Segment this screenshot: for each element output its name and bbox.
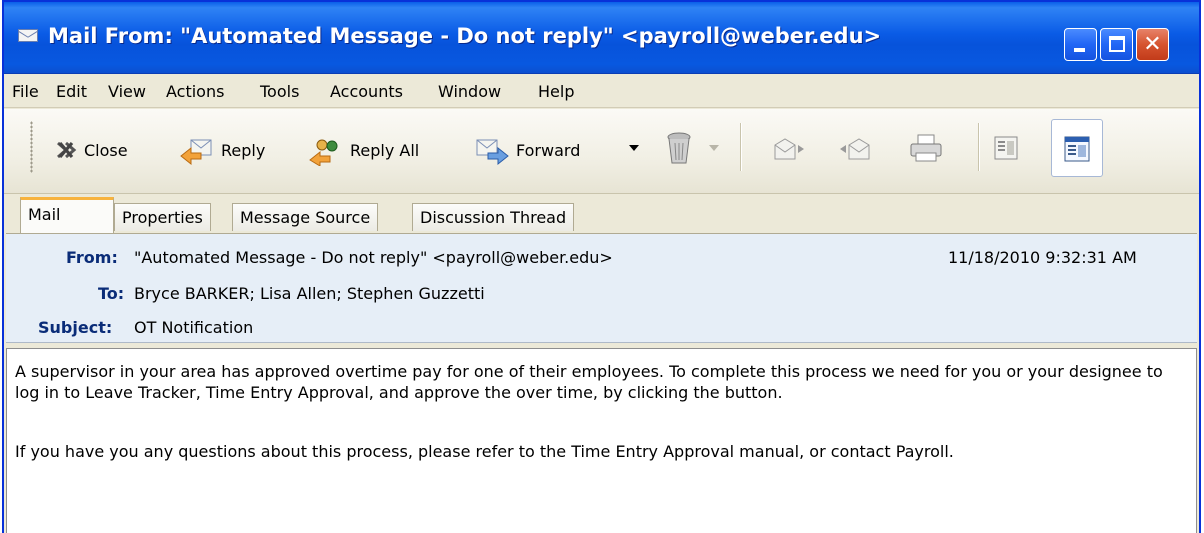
menu-bar: File Edit View Actions Tools Accounts Wi…	[4, 76, 1199, 108]
to-value[interactable]: Bryce BARKER; Lisa Allen; Stephen Guzzet…	[134, 284, 485, 303]
reply-all-button-label: Reply All	[350, 140, 420, 160]
tab-strip: Mail Properties Message Source Discussio…	[4, 197, 1199, 233]
reply-button-label: Reply	[221, 140, 266, 160]
reply-all-icon	[308, 138, 344, 167]
envelope-icon	[18, 29, 38, 42]
maximize-button[interactable]	[1100, 28, 1133, 61]
reply-all-button[interactable]: Reply All	[308, 135, 420, 167]
toolbar-grip[interactable]	[30, 121, 33, 173]
delete-dropdown-arrow[interactable]	[709, 145, 719, 151]
print-icon[interactable]	[908, 133, 944, 163]
tab-properties[interactable]: Properties	[114, 203, 211, 231]
message-view-icon	[1064, 136, 1090, 162]
subject-label: Subject:	[38, 318, 113, 337]
close-button-label: Close	[84, 140, 128, 160]
forward-dropdown-arrow[interactable]	[629, 145, 639, 151]
toolbar-separator	[978, 123, 979, 171]
menu-help[interactable]: Help	[538, 82, 574, 101]
to-label: To:	[98, 284, 125, 303]
message-body[interactable]: A supervisor in your area has approved o…	[6, 348, 1197, 533]
forward-button-label: Forward	[516, 140, 581, 160]
close-icon: ✕	[1143, 32, 1162, 57]
message-header: From: "Automated Message - Do not reply"…	[6, 233, 1197, 343]
close-x-icon	[54, 138, 78, 162]
menu-actions[interactable]: Actions	[166, 82, 224, 101]
mail-window: Mail From: "Automated Message - Do not r…	[2, 0, 1201, 533]
next-message-icon[interactable]	[772, 135, 806, 163]
tab-message-source[interactable]: Message Source	[232, 203, 379, 231]
maximize-icon	[1109, 36, 1125, 52]
from-label: From:	[66, 248, 118, 267]
close-button[interactable]: Close	[54, 135, 128, 165]
menu-tools[interactable]: Tools	[260, 82, 299, 101]
menu-window[interactable]: Window	[438, 82, 501, 101]
title-bar[interactable]: Mail From: "Automated Message - Do not r…	[4, 2, 1199, 74]
reply-button[interactable]: Reply	[179, 135, 266, 166]
trash-icon[interactable]	[664, 131, 694, 165]
tab-mail[interactable]: Mail	[20, 197, 114, 233]
minimize-icon	[1074, 48, 1085, 52]
menu-file[interactable]: File	[12, 82, 39, 101]
reply-icon	[179, 138, 215, 166]
body-paragraph-2: If you have you any questions about this…	[15, 442, 954, 461]
previous-message-icon[interactable]	[838, 135, 872, 163]
headers-view-icon[interactable]	[994, 136, 1018, 160]
minimize-button[interactable]	[1064, 28, 1097, 61]
from-value[interactable]: "Automated Message - Do not reply" <payr…	[134, 248, 613, 267]
message-date: 11/18/2010 9:32:31 AM	[948, 248, 1137, 267]
toolbar: Close Reply Reply All Forward	[4, 109, 1199, 194]
forward-icon	[474, 138, 510, 166]
menu-accounts[interactable]: Accounts	[330, 82, 403, 101]
menu-view[interactable]: View	[108, 82, 146, 101]
toolbar-separator	[740, 123, 741, 171]
subject-value: OT Notification	[134, 318, 254, 337]
menu-edit[interactable]: Edit	[56, 82, 87, 101]
forward-button[interactable]: Forward	[474, 135, 581, 166]
tab-discussion-thread[interactable]: Discussion Thread	[412, 203, 575, 231]
window-title: Mail From: "Automated Message - Do not r…	[48, 24, 882, 48]
body-paragraph-1: A supervisor in your area has approved o…	[15, 362, 1163, 402]
close-window-button[interactable]: ✕	[1136, 28, 1169, 61]
